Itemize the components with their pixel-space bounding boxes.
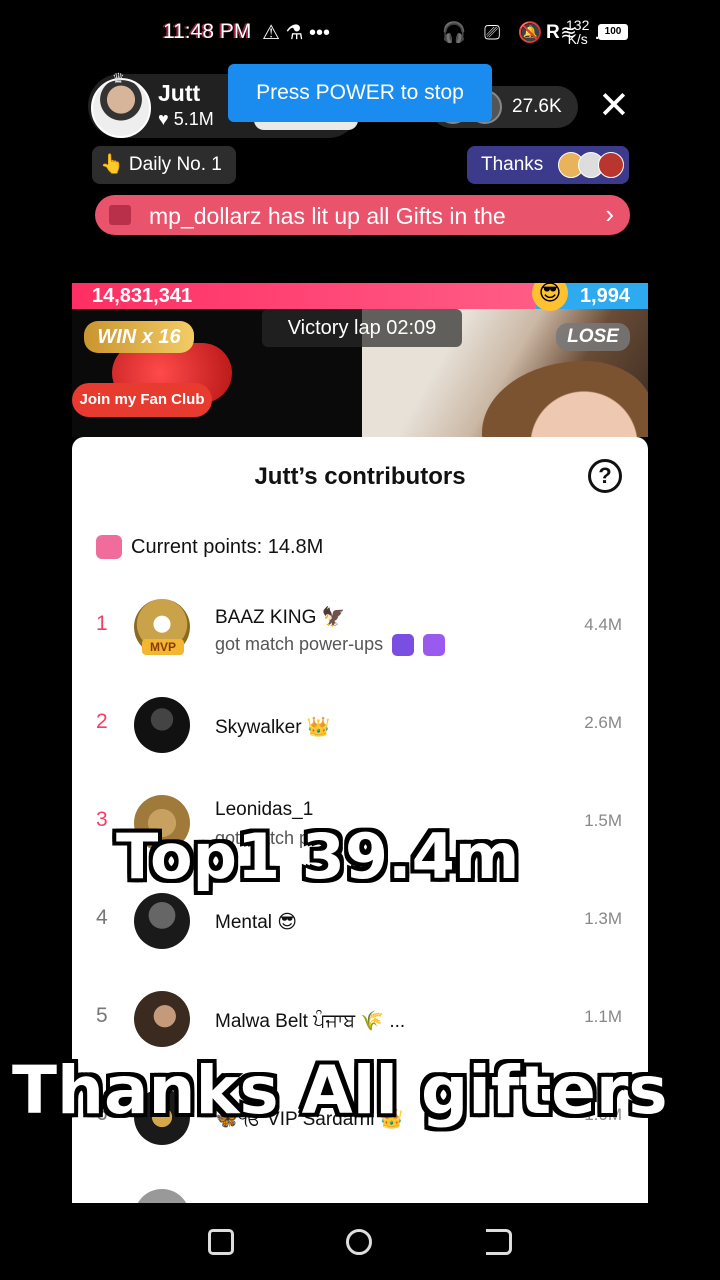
contributor-points: 1.3M xyxy=(584,909,622,928)
power-up-icon xyxy=(392,634,415,657)
recent-apps-icon[interactable] xyxy=(208,1229,234,1255)
rank-number: 2 xyxy=(96,710,108,733)
victory-lap-timer: Victory lap 02:09 xyxy=(262,309,462,347)
network-letter: R xyxy=(546,22,560,43)
contributor-avatar[interactable] xyxy=(134,991,190,1047)
gift-announcement-banner[interactable]: mp_dollarz has lit up all Gifts in the › xyxy=(95,195,630,235)
daily-rank-badge[interactable]: 👆 Daily No. 1 xyxy=(92,146,236,184)
status-time: 11:48 PM xyxy=(163,20,252,43)
contributor-name: Mental 😎 xyxy=(215,912,298,933)
score-right: 1,994 xyxy=(579,285,630,307)
crown-icon: ♛ xyxy=(112,70,125,86)
contributor-points: 2.6M xyxy=(584,713,622,732)
lose-badge: LOSE xyxy=(556,323,630,351)
gifter-avatar xyxy=(598,152,624,178)
sheet-title: Jutt’s contributors xyxy=(254,463,466,490)
contributor-points: 1.1M xyxy=(584,1007,622,1026)
gift-banner-text: mp_dollarz has lit up all Gifts in the xyxy=(149,203,506,229)
contributor-avatar[interactable] xyxy=(134,1189,190,1203)
mvp-badge: MVP xyxy=(142,639,184,655)
help-icon[interactable]: ? xyxy=(588,459,622,493)
chevron-right-icon: › xyxy=(605,199,614,229)
contributor-name: Malwa Belt ਪੰਜਾਬ 🌾 ... xyxy=(215,1011,406,1032)
network-speed: 132 K/s xyxy=(566,17,590,47)
power-up-icon xyxy=(423,634,446,657)
contributor-row[interactable]: 2 Skywalker 👑 2.6M xyxy=(72,679,648,777)
score-left: 14,831,341 xyxy=(92,285,193,307)
host-name: Jutt xyxy=(158,80,201,106)
contributor-points: 1.5M xyxy=(584,811,622,830)
contributor-name: BAAZ KING 🦅 xyxy=(215,607,346,628)
home-icon[interactable] xyxy=(346,1229,372,1255)
host-avatar[interactable] xyxy=(91,78,151,138)
viewer-count: 27.6K xyxy=(512,96,562,117)
rank-number: 5 xyxy=(96,1004,108,1027)
close-icon[interactable]: ✕ xyxy=(598,86,630,126)
join-fan-club-button[interactable]: Join my Fan Club xyxy=(72,383,212,417)
current-points: Current points: 14.8M xyxy=(131,536,324,558)
host-likes: ♥ 5.1M xyxy=(158,109,214,129)
screen-record-toast: Press POWER to stop xyxy=(228,64,492,122)
contributor-avatar[interactable] xyxy=(134,697,190,753)
battery-icon: 100 xyxy=(598,24,628,40)
contributor-subtitle: got match power-ups xyxy=(215,634,446,657)
contributor-name: Leonidas_1 xyxy=(215,799,314,820)
gift-icon xyxy=(109,205,131,225)
rank-number: 3 xyxy=(96,808,108,831)
back-icon[interactable] xyxy=(486,1229,512,1255)
win-streak-badge: WIN x 16 xyxy=(84,321,194,353)
contributor-name: Skywalker 👑 xyxy=(215,717,331,738)
rank-number: 1 xyxy=(96,612,108,635)
contributor-row[interactable]: 1 MVP BAAZ KING 🦅 got match power-ups 4.… xyxy=(72,581,648,679)
rank-number: 4 xyxy=(96,906,108,929)
contributor-avatar[interactable] xyxy=(134,893,190,949)
thanks-label: Thanks xyxy=(481,154,544,175)
alarm-clock-icon xyxy=(96,535,122,559)
battle-area: 14,831,341 1,994 😎 WIN x 16 Join my Fan … xyxy=(72,283,648,437)
navigation-bar xyxy=(0,1203,720,1280)
top-gifter-overlay: Top1 39.4m xyxy=(116,820,520,893)
contributor-points: 4.4M xyxy=(584,615,622,634)
status-bar: 11:48 PM 11:48 PM ⚠ ⚗ ••• 🎧 ⎚ 🔕 ≋ .ıl R … xyxy=(0,0,720,64)
thanks-gifters-overlay: Thanks All gifters xyxy=(12,1052,668,1129)
status-notification-icons: ⚠ ⚗ ••• xyxy=(262,22,330,44)
